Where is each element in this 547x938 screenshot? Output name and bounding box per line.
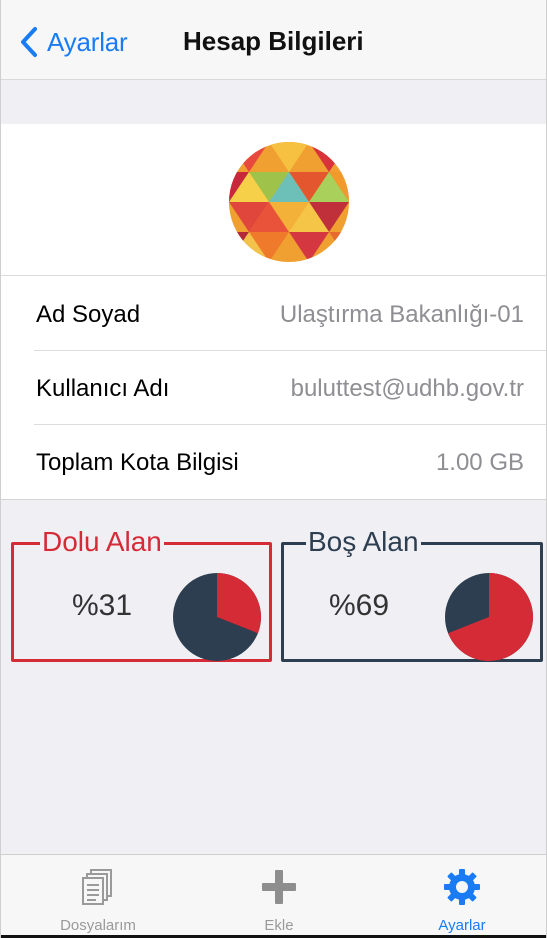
avatar-image xyxy=(229,142,349,262)
tab-label: Dosyalarım xyxy=(60,917,136,934)
free-space-percent: %69 xyxy=(329,589,390,622)
section-spacer xyxy=(1,80,546,124)
gear-icon xyxy=(444,869,480,905)
storage-usage-section: Dolu Alan %31 Boş Alan %69 xyxy=(1,500,546,854)
tab-ayarlar[interactable]: Ayarlar xyxy=(392,855,532,938)
used-space-pie-chart xyxy=(173,573,262,661)
used-space-title: Dolu Alan xyxy=(40,525,164,559)
account-info-list: Ad Soyad Ulaştırma Bakanlığı-01 Kullanıc… xyxy=(1,277,546,499)
username-label: Kullanıcı Adı xyxy=(36,375,170,402)
screen: Ayarlar Hesap Bilgileri Ad Soyad Ulaştır… xyxy=(0,0,547,938)
page-title: Hesap Bilgileri xyxy=(183,26,364,56)
name-label: Ad Soyad xyxy=(36,301,141,328)
avatar-section xyxy=(1,124,546,276)
tab-bar: Dosyalarım Ekle Ayarlar xyxy=(1,854,546,938)
used-space-box: Dolu Alan %31 xyxy=(11,525,272,662)
tab-dosyalarim[interactable]: Dosyalarım xyxy=(28,855,168,938)
free-space-pie-chart xyxy=(445,573,533,661)
quota-value: 1.00 GB xyxy=(435,449,524,476)
plus-icon xyxy=(262,870,296,904)
username-value: buluttest@udhb.gov.tr xyxy=(290,375,524,402)
used-space-percent: %31 xyxy=(72,589,133,622)
username-row: Kullanıcı Adı buluttest@udhb.gov.tr xyxy=(1,351,546,425)
tab-label: Ekle xyxy=(264,917,294,934)
documents-icon xyxy=(82,869,112,905)
free-space-box: Boş Alan %69 xyxy=(281,525,543,662)
chevron-left-icon xyxy=(21,27,37,57)
name-value: Ulaştırma Bakanlığı-01 xyxy=(279,301,524,328)
tab-label: Ayarlar xyxy=(438,917,486,934)
tab-ekle[interactable]: Ekle xyxy=(209,855,349,938)
quota-label: Toplam Kota Bilgisi xyxy=(36,449,239,476)
back-button-label: Ayarlar xyxy=(47,26,128,57)
name-row: Ad Soyad Ulaştırma Bakanlığı-01 xyxy=(1,277,546,351)
free-space-title: Boş Alan xyxy=(306,525,421,559)
back-button[interactable]: Ayarlar xyxy=(19,24,128,60)
navigation-bar: Ayarlar Hesap Bilgileri xyxy=(1,0,546,80)
quota-row: Toplam Kota Bilgisi 1.00 GB xyxy=(1,425,546,499)
avatar[interactable] xyxy=(229,142,349,262)
